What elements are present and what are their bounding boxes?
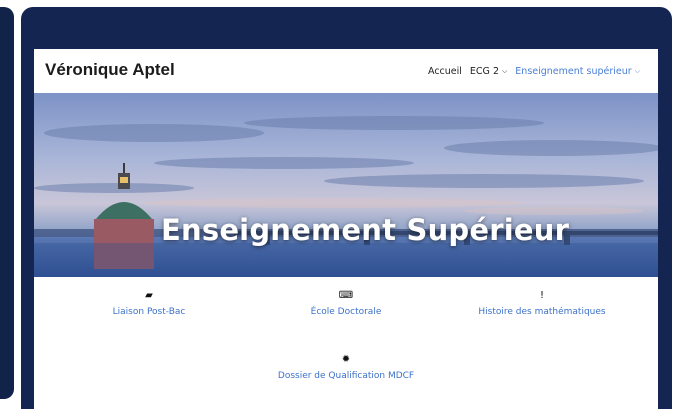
book-icon: ▰ [145,290,153,301]
adjacent-window [0,7,14,399]
chevron-down-icon: ⌵ [634,67,640,75]
site-header: Véronique Aptel Accueil ECG 2 ⌵ Enseigne… [34,49,658,93]
site-brand[interactable]: Véronique Aptel [45,60,175,80]
exclamation-icon: ! [539,290,544,301]
chevron-down-icon: ⌵ [501,67,508,75]
nav-item-enseignement-superieur[interactable]: Enseignement supérieur ⌵ [515,66,640,77]
nav-item-accueil[interactable]: Accueil [428,66,462,77]
link-label[interactable]: Dossier de Qualification MDCF [246,371,446,381]
link-label[interactable]: Liaison Post-Bac [49,307,249,317]
nav-item-label: Accueil [427,66,462,77]
links-section: ▰ Liaison Post-Bac ⌨ École Doctorale ! H… [34,277,658,409]
nav-item-label: ECG 2 [469,66,499,77]
main-nav: Accueil ECG 2 ⌵ Enseignement supérieur ⌵ [428,66,640,77]
nav-item-ecg2[interactable]: ECG 2 ⌵ [470,66,507,77]
link-card-dossier-qualification-mdcf[interactable]: ✹ Dossier de Qualification MDCF [246,353,446,381]
hero-banner: Enseignement Supérieur [34,93,658,277]
link-card-histoire-des-mathematiques[interactable]: ! Histoire des mathématiques [442,289,642,317]
link-card-liaison-post-bac[interactable]: ▰ Liaison Post-Bac [49,289,249,317]
link-label[interactable]: École Doctorale [246,307,446,317]
keyboard-icon: ⌨ [338,290,354,301]
certificate-icon: ✹ [341,354,351,365]
website: Véronique Aptel Accueil ECG 2 ⌵ Enseigne… [34,49,658,409]
link-label[interactable]: Histoire des mathématiques [442,307,642,317]
hero-title: Enseignement Supérieur [161,213,570,247]
browser-frame: Véronique Aptel Accueil ECG 2 ⌵ Enseigne… [21,7,672,409]
link-card-ecole-doctorale[interactable]: ⌨ École Doctorale [246,289,446,317]
hero-image [34,93,658,277]
nav-item-label: Enseignement supérieur [515,66,632,77]
